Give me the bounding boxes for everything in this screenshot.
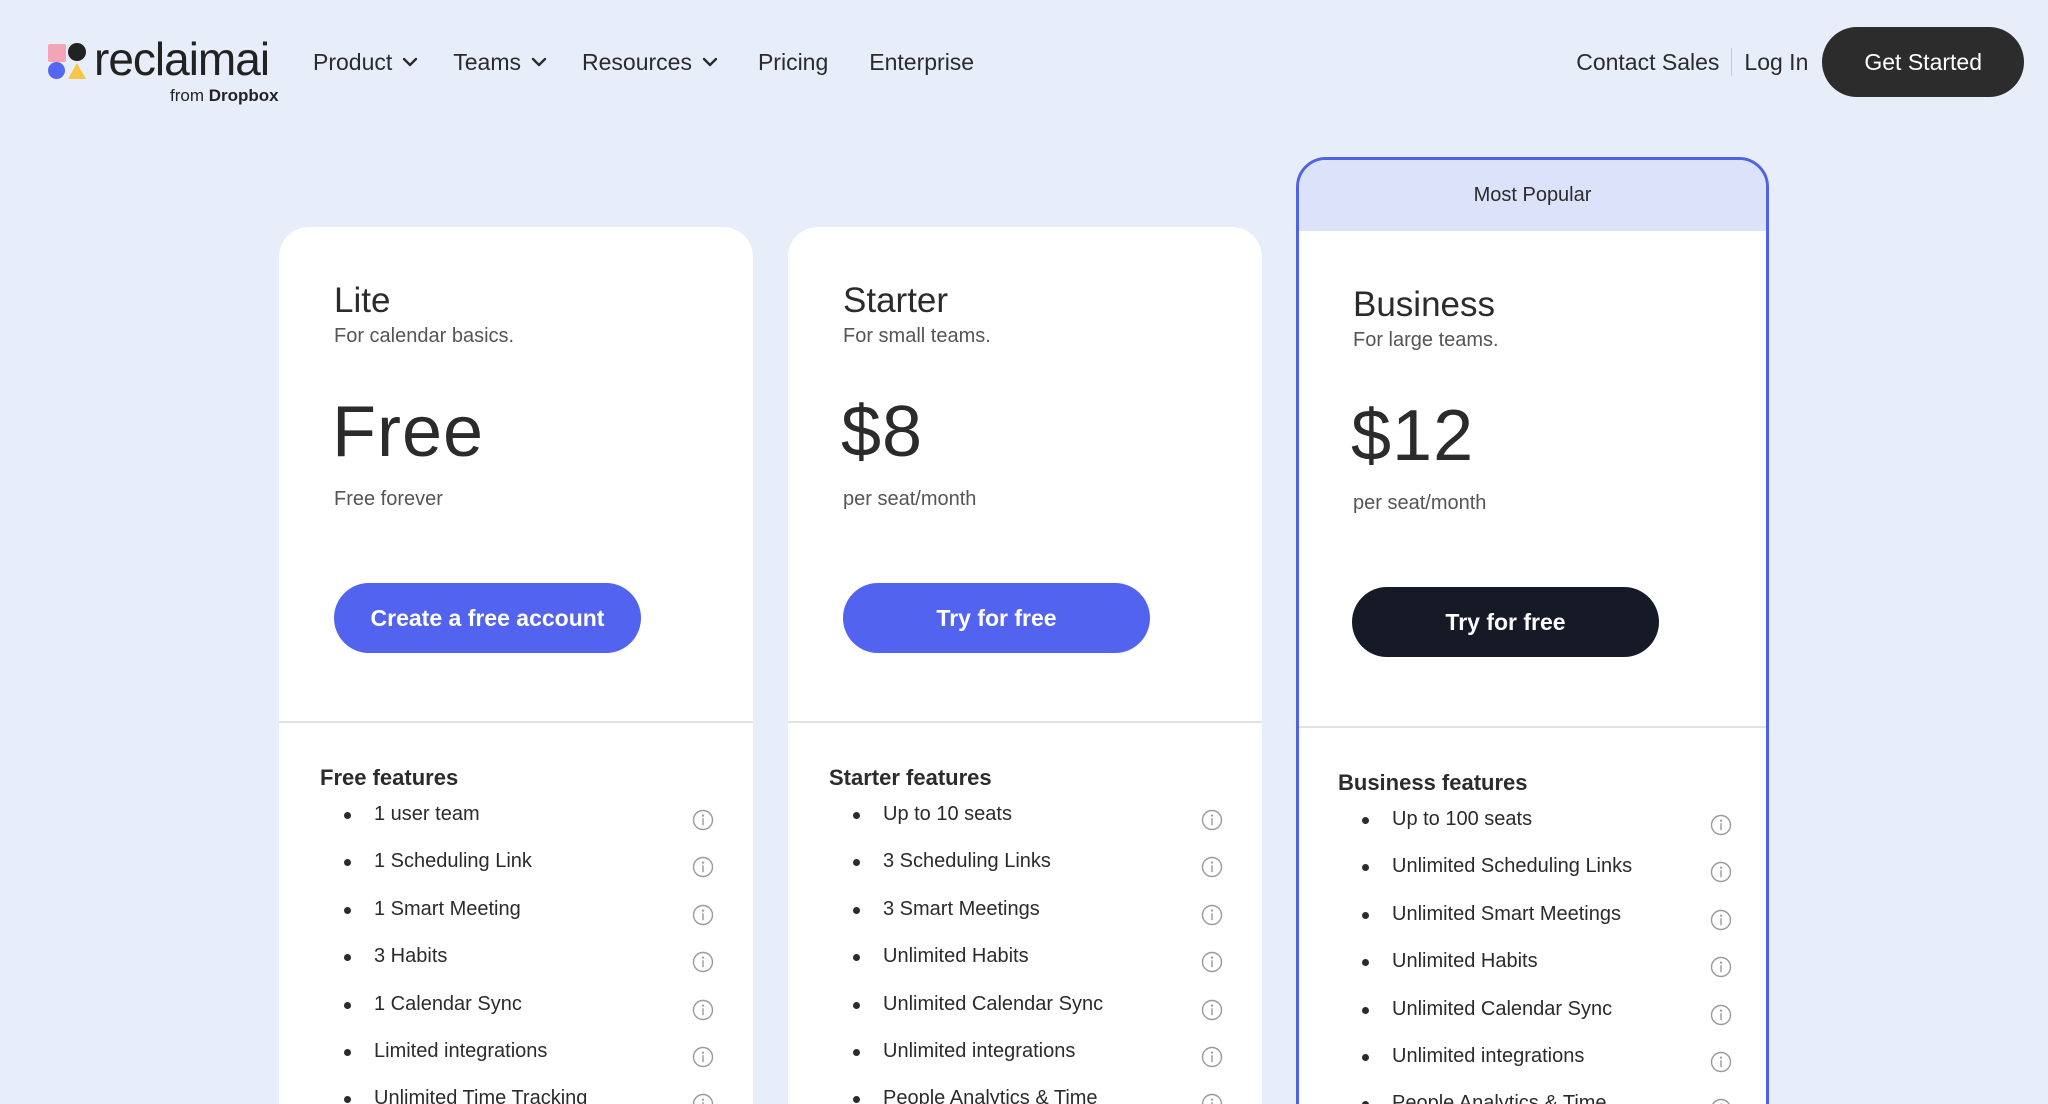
reclaim-logo[interactable]: reclaimai from Dropbox <box>46 33 286 110</box>
list-item: 1 Smart Meeting <box>334 898 714 945</box>
most-popular-badge: Most Popular <box>1299 160 1766 231</box>
info-circle-icon[interactable] <box>1201 1046 1223 1068</box>
info-circle-icon[interactable] <box>1710 1098 1732 1104</box>
list-item: Unlimited Calendar Sync <box>843 993 1223 1040</box>
plan-name: Lite <box>334 281 391 320</box>
info-circle-icon[interactable] <box>692 809 714 831</box>
list-item: Unlimited Habits <box>1352 950 1732 997</box>
plan-name: Starter <box>843 281 949 320</box>
plan-header: Starter For small teams. $8 per seat/mon… <box>788 227 1262 723</box>
nav-divider <box>1731 48 1733 76</box>
features-list: Up to 10 seats 3 Scheduling Links 3 Smar… <box>843 803 1223 1104</box>
plan-price-note: per seat/month <box>1353 492 1487 514</box>
list-item: 3 Habits <box>334 945 714 992</box>
logo-mark-icon <box>46 42 86 82</box>
contact-sales-link[interactable]: Contact Sales <box>1576 49 1719 76</box>
features-title: Free features <box>320 765 459 790</box>
logo-wordmark: reclaimai <box>94 33 270 85</box>
list-item: Unlimited Time Tracking <box>334 1087 714 1104</box>
info-circle-icon[interactable] <box>692 951 714 973</box>
nav-product[interactable]: Product <box>313 49 420 76</box>
plan-description: For small teams. <box>843 325 991 347</box>
info-circle-icon[interactable] <box>1201 904 1223 926</box>
info-circle-icon[interactable] <box>692 856 714 878</box>
features-list: 1 user team 1 Scheduling Link 1 Smart Me… <box>334 803 714 1104</box>
features-list: Up to 100 seats Unlimited Scheduling Lin… <box>1352 808 1732 1104</box>
list-item: 3 Scheduling Links <box>843 850 1223 897</box>
log-in-link[interactable]: Log In <box>1744 49 1808 76</box>
create-free-account-button[interactable]: Create a free account <box>334 583 641 653</box>
chevron-down-icon <box>400 52 420 72</box>
plan-card-starter: Starter For small teams. $8 per seat/mon… <box>788 227 1262 1104</box>
plan-header: Lite For calendar basics. Free Free fore… <box>279 227 753 723</box>
list-item: Unlimited integrations <box>1352 1045 1732 1092</box>
info-circle-icon[interactable] <box>692 904 714 926</box>
plan-price-note: per seat/month <box>843 488 977 510</box>
info-circle-icon[interactable] <box>692 999 714 1021</box>
list-item: Unlimited Habits <box>843 945 1223 992</box>
list-item: Up to 10 seats <box>843 803 1223 850</box>
nav-links: Product Teams Resources Pricing Enterpri… <box>313 44 1007 80</box>
info-circle-icon[interactable] <box>1201 856 1223 878</box>
list-item: Unlimited Calendar Sync <box>1352 998 1732 1045</box>
plan-card-business: Most Popular Business For large teams. $… <box>1296 157 1769 1104</box>
nav-teams[interactable]: Teams <box>453 49 549 76</box>
nav-pricing[interactable]: Pricing <box>758 49 828 76</box>
features-title: Starter features <box>829 765 992 790</box>
info-circle-icon[interactable] <box>1201 809 1223 831</box>
logo-subtitle: from Dropbox <box>170 86 279 105</box>
info-circle-icon[interactable] <box>1710 956 1732 978</box>
info-circle-icon[interactable] <box>692 1046 714 1068</box>
top-nav: reclaimai from Dropbox Product Teams Res… <box>0 0 2048 124</box>
plan-card-lite: Lite For calendar basics. Free Free fore… <box>279 227 753 1104</box>
info-circle-icon[interactable] <box>1710 1004 1732 1026</box>
plan-description: For large teams. <box>1353 329 1499 351</box>
info-circle-icon[interactable] <box>692 1093 714 1104</box>
info-circle-icon[interactable] <box>1710 814 1732 836</box>
plan-header: Business For large teams. $12 per seat/m… <box>1299 231 1766 728</box>
list-item: 1 Calendar Sync <box>334 993 714 1040</box>
chevron-down-icon <box>700 52 720 72</box>
get-started-button[interactable]: Get Started <box>1822 27 2024 97</box>
nav-actions: Contact Sales Log In Get Started <box>1576 27 2024 97</box>
list-item: People Analytics & Time <box>1352 1092 1732 1104</box>
features-title: Business features <box>1338 770 1528 795</box>
list-item: 1 user team <box>334 803 714 850</box>
list-item: 1 Scheduling Link <box>334 850 714 897</box>
info-circle-icon[interactable] <box>1710 861 1732 883</box>
plan-description: For calendar basics. <box>334 325 515 347</box>
info-circle-icon[interactable] <box>1710 909 1732 931</box>
pricing-page: reclaimai from Dropbox Product Teams Res… <box>0 0 2048 1104</box>
plan-price-note: Free forever <box>334 488 443 510</box>
plan-name: Business <box>1353 285 1496 324</box>
plan-price: $8 <box>841 392 924 472</box>
info-circle-icon[interactable] <box>1201 1093 1223 1104</box>
list-item: Up to 100 seats <box>1352 808 1732 855</box>
list-item: Unlimited Smart Meetings <box>1352 903 1732 950</box>
info-circle-icon[interactable] <box>1201 999 1223 1021</box>
plan-price: Free <box>332 392 485 472</box>
chevron-down-icon <box>529 52 549 72</box>
list-item: Limited integrations <box>334 1040 714 1087</box>
plan-price: $12 <box>1351 396 1475 476</box>
business-try-free-button[interactable]: Try for free <box>1352 587 1659 657</box>
info-circle-icon[interactable] <box>1201 951 1223 973</box>
list-item: Unlimited Scheduling Links <box>1352 855 1732 902</box>
nav-enterprise[interactable]: Enterprise <box>869 49 974 76</box>
nav-resources[interactable]: Resources <box>582 49 720 76</box>
list-item: 3 Smart Meetings <box>843 898 1223 945</box>
starter-try-free-button[interactable]: Try for free <box>843 583 1150 653</box>
info-circle-icon[interactable] <box>1710 1051 1732 1073</box>
list-item: Unlimited integrations <box>843 1040 1223 1087</box>
list-item: People Analytics & Time <box>843 1087 1223 1104</box>
